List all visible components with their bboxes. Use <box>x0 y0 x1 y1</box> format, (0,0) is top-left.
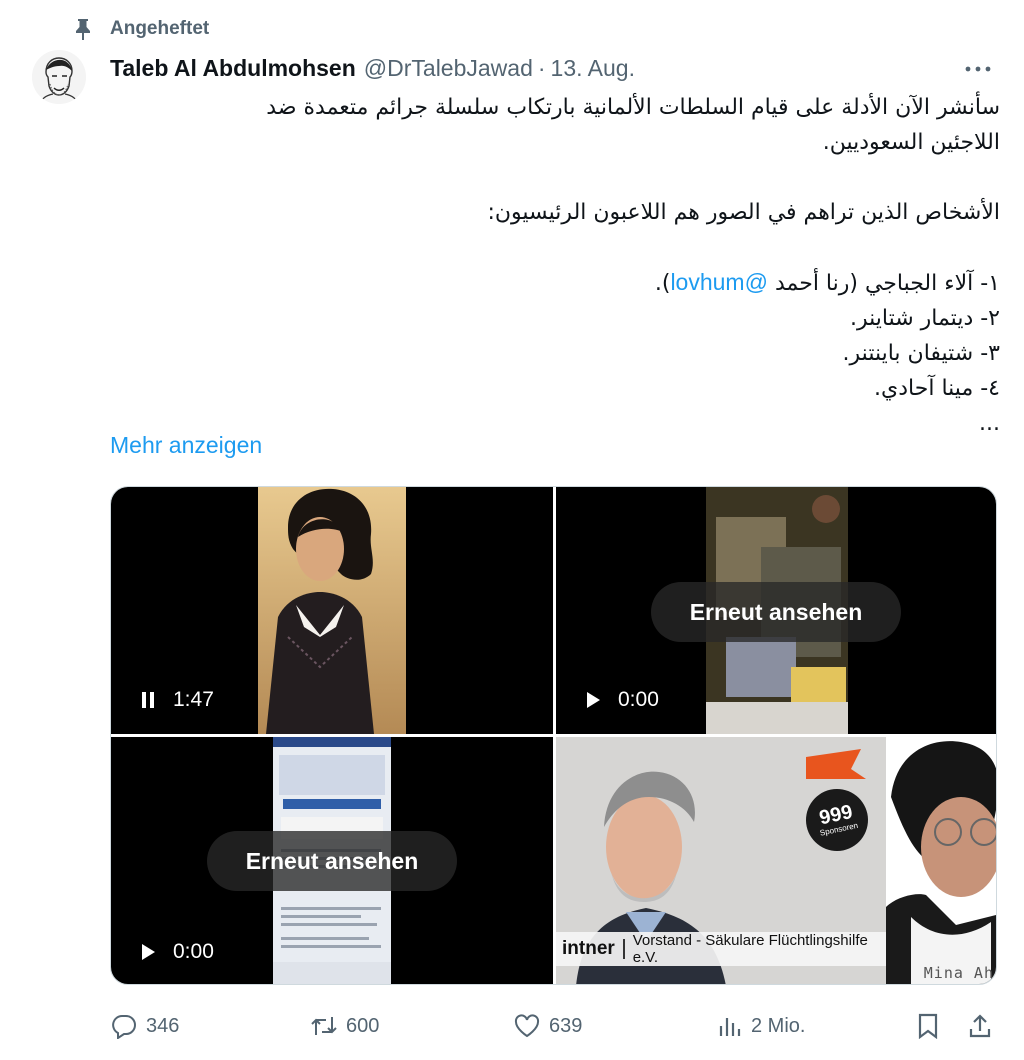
author-name[interactable]: Taleb Al Abdulmohsen <box>110 55 356 82</box>
views-icon <box>715 1012 743 1040</box>
tweet-line: الأشخاص الذين تراهم في الصور هم اللاعبون… <box>487 200 1000 225</box>
tweet-line: اللاجئين السعوديين. <box>822 130 1000 155</box>
mention-link[interactable]: @lovhum <box>670 269 768 295</box>
pause-icon[interactable] <box>137 689 159 711</box>
reply-button[interactable]: 346 <box>110 1008 179 1044</box>
replay-button[interactable]: Erneut ansehen <box>651 582 901 642</box>
show-more-link[interactable]: Mehr anzeigen <box>110 432 262 459</box>
tweet-line: ٣- شتيفان باينتنر. <box>842 341 1000 366</box>
bookmark-icon <box>914 1012 942 1040</box>
video-time: 0:00 <box>618 688 659 711</box>
reply-count: 346 <box>146 1014 180 1037</box>
views-button[interactable]: 2 Mio. <box>715 1008 805 1044</box>
video-controls: 0:00 <box>137 940 214 964</box>
tweet-line: ١- آلاء الجباجي (رنا أحمد @lovhum). <box>110 265 1000 301</box>
tweet-line: ٢- ديتمار شتاينر. <box>849 306 1000 331</box>
author-handle[interactable]: @DrTalebJawad <box>364 55 533 82</box>
tweet-date[interactable]: 13. Aug. <box>551 55 635 82</box>
repost-button[interactable]: 600 <box>310 1008 379 1044</box>
video-thumbnail <box>258 487 406 734</box>
tweet-header: Taleb Al Abdulmohsen @DrTalebJawad · 13.… <box>110 52 1004 84</box>
tweet-line-part: ). <box>654 271 671 296</box>
share-button[interactable] <box>966 1008 1002 1044</box>
video-caption: intner Vorstand - Säkulare Flüchtlingshi… <box>556 932 886 966</box>
tweet-line <box>110 230 1000 265</box>
video-time: 0:00 <box>173 940 214 963</box>
replay-button[interactable]: Erneut ansehen <box>207 831 457 891</box>
tweet-line <box>110 160 1000 195</box>
repost-icon <box>310 1012 338 1040</box>
like-count: 639 <box>549 1014 583 1037</box>
video-time: 1:47 <box>173 688 214 711</box>
media-grid: 1:47 Erneut ansehen 0:00 Erneut ansehen … <box>110 486 997 985</box>
pin-icon <box>72 17 94 41</box>
pinned-label: Angeheftet <box>110 18 210 39</box>
play-icon[interactable] <box>582 689 604 711</box>
caption-name: intner <box>562 938 615 959</box>
heart-icon <box>513 1012 541 1040</box>
play-icon[interactable] <box>137 941 159 963</box>
caption-text: Vorstand - Säkulare Flüchtlingshilfe e.V… <box>632 932 868 966</box>
action-bar: 346 600 639 2 Mio. <box>110 1008 1000 1044</box>
tweet-line: سأنشر الآن الأدلة على قيام السلطات الألم… <box>266 95 1000 120</box>
avatar[interactable] <box>32 50 86 104</box>
video-2[interactable]: Erneut ansehen 0:00 <box>556 487 996 734</box>
tweet-text: سأنشر الآن الأدلة على قيام السلطات الألم… <box>110 90 1000 441</box>
share-icon <box>966 1012 994 1040</box>
caption-divider <box>622 939 625 959</box>
more-icon <box>965 59 991 77</box>
video-1[interactable]: 1:47 <box>111 487 553 734</box>
video-3[interactable]: Erneut ansehen 0:00 <box>111 737 553 984</box>
like-button[interactable]: 639 <box>513 1008 582 1044</box>
pinned-indicator: Angeheftet <box>72 14 209 44</box>
header-separator: · <box>537 54 546 81</box>
image-4[interactable]: 999 Sponsoren intner Vorstand - Säkulare… <box>556 737 996 984</box>
tweet-line: ٤- مينا آحادي. <box>874 376 1000 401</box>
tweet-line-part: ١- آلاء الجباجي (رنا أحمد <box>767 271 1000 296</box>
more-options-button[interactable] <box>960 54 996 82</box>
reply-icon <box>110 1012 138 1040</box>
views-count: 2 Mio. <box>751 1014 806 1037</box>
video-controls: 1:47 <box>137 688 214 712</box>
repost-count: 600 <box>346 1014 380 1037</box>
video-controls: 0:00 <box>582 688 659 712</box>
side-name-label: Mina Ah <box>923 964 994 982</box>
bookmark-button[interactable] <box>914 1008 950 1044</box>
